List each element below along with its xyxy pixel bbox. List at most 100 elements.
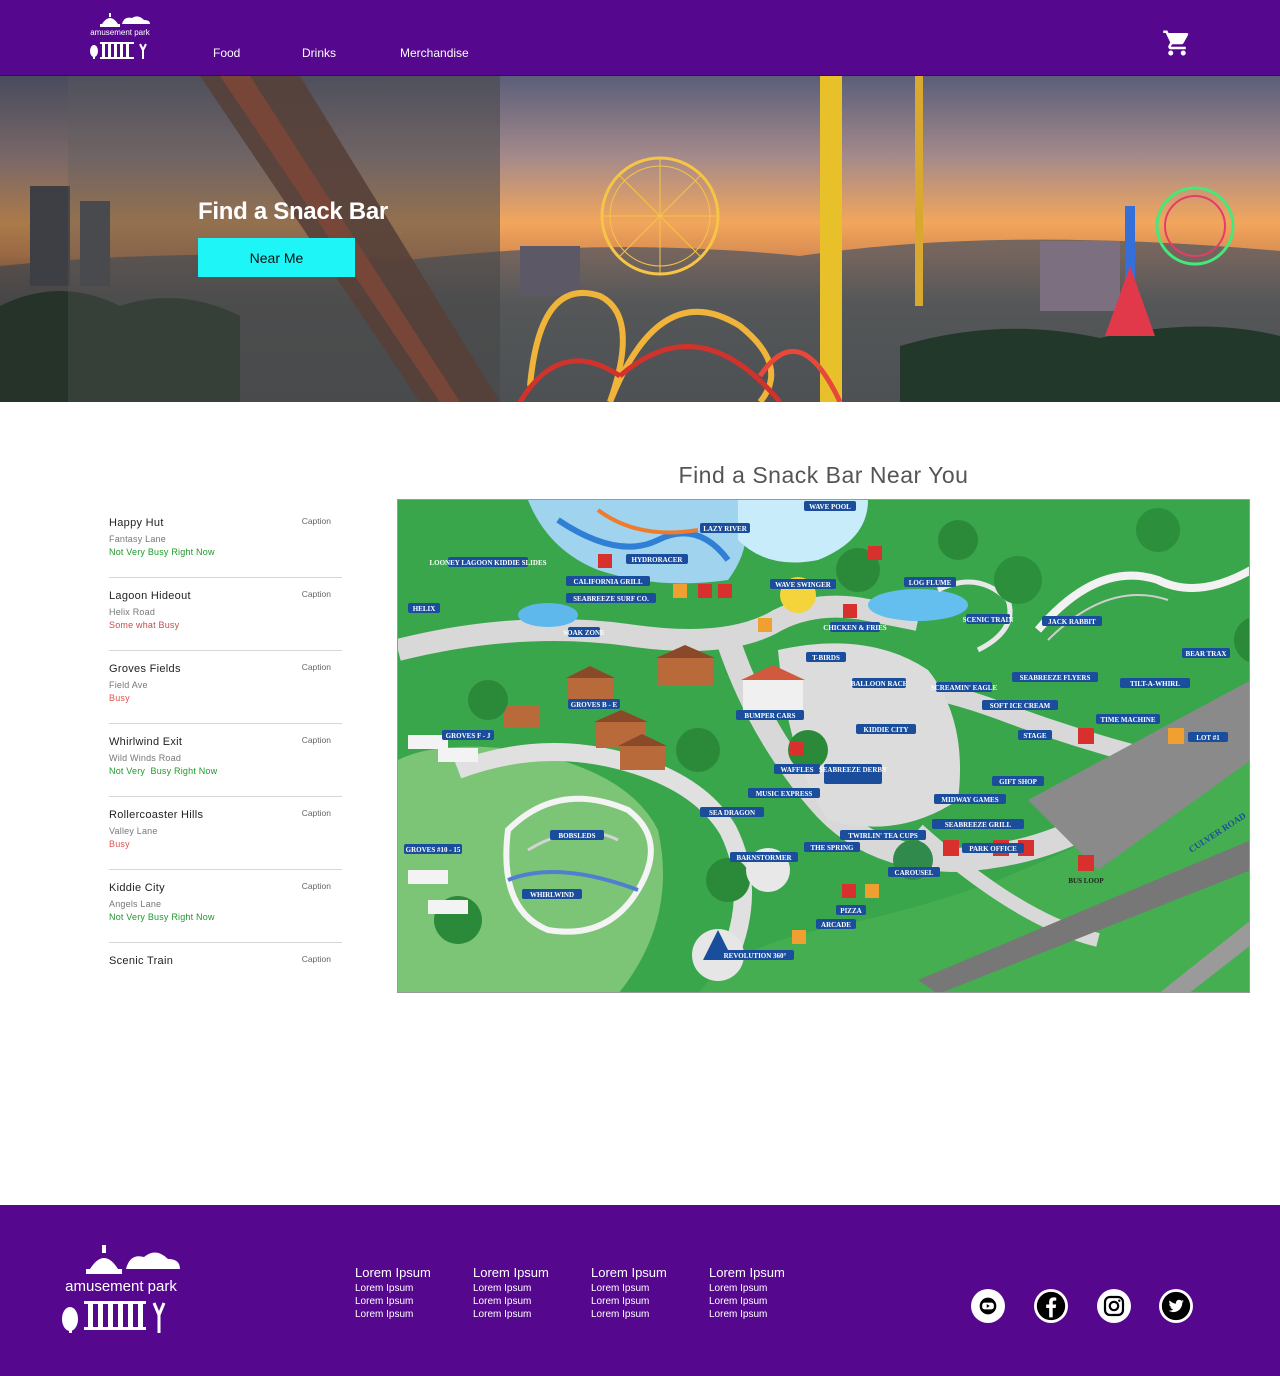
nav-food[interactable]: Food [213, 46, 240, 60]
map-label: SCREAMIN' EAGLE [931, 684, 998, 692]
youtube-icon[interactable] [971, 1289, 1005, 1323]
map-label: GROVES F - J [446, 732, 491, 740]
footer-link[interactable]: Lorem Ipsum [709, 1295, 785, 1308]
map-label: CHICKEN & FRIES [823, 624, 887, 632]
location-name: Lagoon Hideout [109, 590, 191, 602]
list-item[interactable]: Kiddie City Caption Angels Lane Not Very… [109, 870, 342, 943]
footer-column: Lorem Ipsum Lorem Ipsum Lorem Ipsum Lore… [473, 1265, 549, 1321]
location-caption: Caption [301, 808, 331, 818]
map-label: SEABREEZE DERBY [819, 766, 887, 774]
location-street: Helix Road [109, 607, 156, 617]
map-label: TILT-A-WHIRL [1130, 680, 1180, 688]
logo-text: amusement park [90, 28, 151, 37]
map-label: BUMPER CARS [744, 712, 795, 720]
map-label: GROVES B - E [571, 701, 618, 709]
map-label: SOAK ZONE [563, 629, 605, 637]
footer-column-heading: Lorem Ipsum [591, 1265, 667, 1280]
location-street: Valley Lane [109, 826, 158, 836]
location-name: Happy Hut [109, 517, 164, 529]
map-label: HYDRORACER [632, 556, 684, 564]
location-caption: Caption [301, 881, 331, 891]
map-label: SEA DRAGON [709, 809, 755, 817]
location-status: Not Very Busy Right Now [109, 912, 215, 922]
footer-link[interactable]: Lorem Ipsum [591, 1282, 667, 1295]
map-label: LAZY RIVER [703, 525, 747, 533]
location-caption: Caption [301, 954, 331, 964]
map-label: CALIFORNIA GRILL [573, 578, 642, 586]
map-label: BOBSLEDS [559, 832, 596, 840]
map-label: JACK RABBIT [1048, 618, 1096, 626]
nav-merchandise[interactable]: Merchandise [400, 46, 469, 60]
location-street: Angels Lane [109, 899, 162, 909]
map-label: KIDDIE CITY [864, 726, 909, 734]
location-name: Groves Fields [109, 663, 181, 675]
location-caption: Caption [301, 662, 331, 672]
footer-column: Lorem Ipsum Lorem Ipsum Lorem Ipsum Lore… [709, 1265, 785, 1321]
hero-banner: Find a Snack Bar Near Me [0, 76, 1280, 402]
map-label: SEABREEZE SURF CO. [573, 595, 649, 603]
snack-bar-list[interactable]: Happy Hut Caption Fantasy Lane Not Very … [109, 505, 342, 975]
list-item[interactable]: Lagoon Hideout Caption Helix Road Some w… [109, 578, 342, 651]
map-label: BEAR TRAX [1186, 650, 1227, 658]
hero-title: Find a Snack Bar [198, 198, 388, 225]
map-label: HELIX [413, 605, 436, 613]
map-label: BUS LOOP [1068, 877, 1104, 885]
list-item[interactable]: Rollercoaster Hills Caption Valley Lane … [109, 797, 342, 870]
footer-link[interactable]: Lorem Ipsum [355, 1295, 431, 1308]
location-caption: Caption [301, 735, 331, 745]
map-label: T-BIRDS [812, 654, 840, 662]
map-label: WAFFLES [780, 766, 813, 774]
map-label: SCENIC TRAIN [963, 616, 1014, 624]
footer-link[interactable]: Lorem Ipsum [473, 1295, 549, 1308]
map-label: MIDWAY GAMES [941, 796, 998, 804]
map-label: REVOLUTION 360° [724, 952, 787, 960]
location-status: Not Very Busy Right Now [109, 766, 218, 776]
park-logo[interactable]: amusement park [88, 10, 152, 62]
footer-link[interactable]: Lorem Ipsum [355, 1282, 431, 1295]
footer-logo[interactable]: amusement park [60, 1239, 182, 1335]
map-label: GROVES #10 - 15 [406, 846, 461, 854]
facebook-icon[interactable] [1034, 1289, 1068, 1323]
list-item[interactable]: Scenic Train Caption [109, 943, 342, 975]
location-status: Some what Busy [109, 620, 180, 630]
location-street: Fantasy Lane [109, 534, 166, 544]
footer-link[interactable]: Lorem Ipsum [591, 1295, 667, 1308]
list-item[interactable]: Whirlwind Exit Caption Wild Winds Road N… [109, 724, 342, 797]
location-name: Scenic Train [109, 955, 174, 967]
footer-link[interactable]: Lorem Ipsum [709, 1282, 785, 1295]
map-label: WHIRLWIND [530, 891, 574, 899]
footer-column-heading: Lorem Ipsum [355, 1265, 431, 1280]
footer-link[interactable]: Lorem Ipsum [709, 1308, 785, 1321]
map-label: PIZZA [840, 907, 861, 915]
map-label: THE SPRING [811, 844, 855, 852]
nav-drinks[interactable]: Drinks [302, 46, 336, 60]
footer-link[interactable]: Lorem Ipsum [473, 1308, 549, 1321]
shopping-cart-icon[interactable] [1162, 28, 1192, 58]
map-label: BARNSTORMER [736, 854, 792, 862]
map-label: PARK OFFICE [969, 845, 1017, 853]
footer-link[interactable]: Lorem Ipsum [355, 1308, 431, 1321]
footer-column: Lorem Ipsum Lorem Ipsum Lorem Ipsum Lore… [591, 1265, 667, 1321]
map-label: SEABREEZE FLYERS [1020, 674, 1091, 682]
twitter-icon[interactable] [1159, 1289, 1193, 1323]
list-item[interactable]: Groves Fields Caption Field Ave Busy [109, 651, 342, 724]
list-item[interactable]: Happy Hut Caption Fantasy Lane Not Very … [109, 505, 342, 578]
footer-link[interactable]: Lorem Ipsum [473, 1282, 549, 1295]
park-map[interactable]: WAVE POOL LAZY RIVER LOONEY LAGOON KIDDI… [397, 499, 1250, 993]
footer-column-heading: Lorem Ipsum [709, 1265, 785, 1280]
location-street: Field Ave [109, 680, 148, 690]
hero-edge-shade [0, 76, 68, 402]
site-header: amusement park Food Drinks Merchandise [0, 0, 1280, 76]
footer-link[interactable]: Lorem Ipsum [591, 1308, 667, 1321]
location-status: Not Very Busy Right Now [109, 547, 215, 557]
near-me-button[interactable]: Near Me [198, 238, 355, 277]
location-name: Rollercoaster Hills [109, 809, 204, 821]
location-status: Busy [109, 839, 130, 849]
map-label: ARCADE [821, 921, 851, 929]
instagram-icon[interactable] [1097, 1289, 1131, 1323]
map-label: SOFT ICE CREAM [990, 702, 1051, 710]
footer-column: Lorem Ipsum Lorem Ipsum Lorem Ipsum Lore… [355, 1265, 431, 1321]
map-label: SEABREEZE GRILL [945, 821, 1012, 829]
location-status: Busy [109, 693, 130, 703]
map-label: WAVE POOL [809, 503, 851, 511]
